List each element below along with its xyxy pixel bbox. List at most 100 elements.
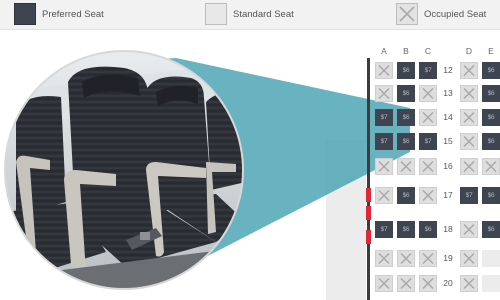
seat-13a: [375, 85, 393, 102]
seat-20e[interactable]: [482, 275, 500, 292]
seat-20d: [460, 275, 478, 292]
row-number: 15: [443, 136, 453, 146]
seat-18c[interactable]: $6: [419, 221, 437, 238]
seat-price-label: $7: [424, 67, 432, 74]
seat-13c: [419, 85, 437, 102]
seat-19e[interactable]: [482, 250, 500, 267]
seat-price-label: $6: [402, 90, 410, 97]
seat-17c: [419, 187, 437, 204]
seat-17b[interactable]: $6: [397, 187, 415, 204]
x-icon: [400, 252, 412, 265]
seat-price-label: $6: [487, 90, 495, 97]
seat-photo: [4, 50, 244, 290]
seat-price-label: $6: [402, 138, 410, 145]
seat-price-label: $6: [402, 192, 410, 199]
seat-price-label: $7: [424, 138, 432, 145]
column-letter-b: B: [403, 46, 409, 56]
seat-row-20: 20: [375, 275, 500, 292]
seat-price-label: $6: [487, 114, 495, 121]
seat-price-label: $6: [402, 226, 410, 233]
seat-20b: [397, 275, 415, 292]
seat-price-label: $6: [402, 114, 410, 121]
x-icon: [378, 87, 390, 100]
seat-price-label: $6: [424, 226, 432, 233]
x-icon: [422, 252, 434, 265]
seat-18a[interactable]: $7: [375, 221, 393, 238]
seat-row-13: $6 $6 13: [375, 85, 500, 102]
seat-row-18: $7 $6 $6 $6 18: [375, 221, 500, 238]
seat-19d: [460, 250, 478, 267]
seat-row-12: $6 $7 $6 12: [375, 62, 500, 79]
seat-row-14: $7 $6 $6 14: [375, 109, 500, 126]
seat-13d: [460, 85, 478, 102]
seat-12e[interactable]: $6: [482, 62, 500, 79]
seat-17a: [375, 187, 393, 204]
seat-15d: [460, 133, 478, 150]
x-icon: [463, 135, 475, 148]
exit-marker: [366, 188, 371, 202]
seat-13e[interactable]: $6: [482, 85, 500, 102]
exit-marker: [366, 206, 371, 220]
seat-15b[interactable]: $6: [397, 133, 415, 150]
seat-row-17: $6 $7 $6 17: [375, 187, 500, 204]
seat-price-label: $7: [465, 192, 473, 199]
x-icon: [463, 111, 475, 124]
seat-18d: [460, 221, 478, 238]
seat-17d[interactable]: $7: [460, 187, 478, 204]
seat-16a: [375, 158, 393, 175]
seat-14b[interactable]: $6: [397, 109, 415, 126]
x-icon: [463, 252, 475, 265]
x-icon: [485, 160, 497, 173]
seat-14d: [460, 109, 478, 126]
seat-19b: [397, 250, 415, 267]
column-letter-e: E: [488, 46, 494, 56]
seat-16e: [482, 158, 500, 175]
seat-20a: [375, 275, 393, 292]
fuselage-outline: [367, 58, 370, 300]
seat-price-label: $6: [487, 138, 495, 145]
row-number: 20: [443, 278, 453, 288]
seat-14c: [419, 109, 437, 126]
seat-20c: [419, 275, 437, 292]
seat-15c[interactable]: $7: [419, 133, 437, 150]
x-icon: [463, 277, 475, 290]
x-icon: [378, 64, 390, 77]
exit-marker: [366, 230, 371, 244]
seat-18e[interactable]: $6: [482, 221, 500, 238]
seat-12b[interactable]: $6: [397, 62, 415, 79]
seat-15e[interactable]: $6: [482, 133, 500, 150]
seat-18b[interactable]: $6: [397, 221, 415, 238]
x-icon: [378, 160, 390, 173]
seat-price-label: $7: [380, 226, 388, 233]
seat-row-15: $7 $6 $7 $6 15: [375, 133, 500, 150]
seat-row-19: 19: [375, 250, 500, 267]
seat-12c[interactable]: $7: [419, 62, 437, 79]
row-number: 19: [443, 253, 453, 263]
x-icon: [400, 160, 412, 173]
x-icon: [463, 64, 475, 77]
x-icon: [378, 252, 390, 265]
column-letter-a: A: [381, 46, 387, 56]
x-icon: [422, 189, 434, 202]
seat-19a: [375, 250, 393, 267]
x-icon: [463, 87, 475, 100]
column-letter-d: D: [465, 46, 473, 56]
seat-15a[interactable]: $7: [375, 133, 393, 150]
x-icon: [400, 277, 412, 290]
seat-row-16: 16: [375, 158, 500, 175]
seat-19c: [419, 250, 437, 267]
row-number: 12: [443, 65, 453, 75]
x-icon: [422, 87, 434, 100]
seat-16b: [397, 158, 415, 175]
seat-12a: [375, 62, 393, 79]
seat-17e[interactable]: $6: [482, 187, 500, 204]
seat-14a[interactable]: $7: [375, 109, 393, 126]
x-icon: [422, 160, 434, 173]
x-icon: [463, 160, 475, 173]
seat-16c: [419, 158, 437, 175]
seat-14e[interactable]: $6: [482, 109, 500, 126]
seat-price-label: $6: [487, 192, 495, 199]
seat-price-label: $6: [487, 67, 495, 74]
seat-price-label: $7: [380, 114, 388, 121]
seat-13b[interactable]: $6: [397, 85, 415, 102]
